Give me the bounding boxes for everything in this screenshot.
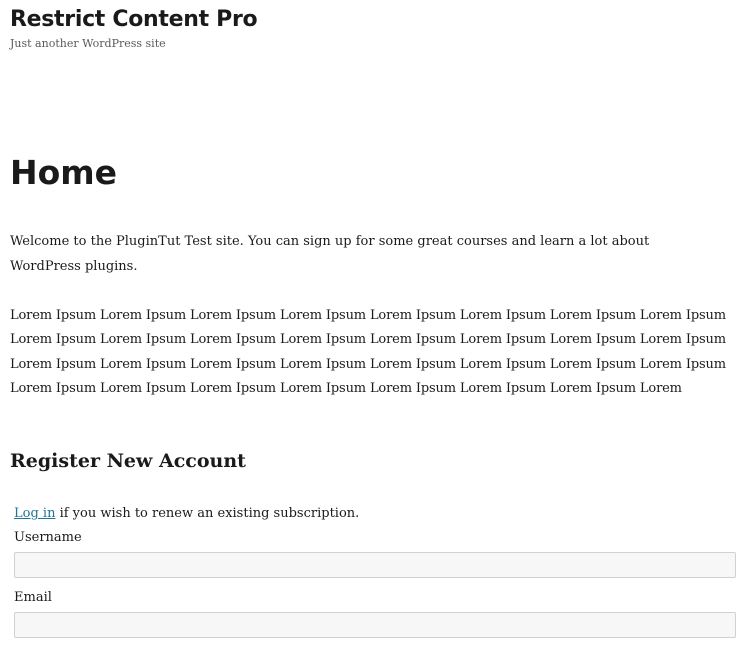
welcome-paragraph: Welcome to the PluginTut Test site. You …: [10, 234, 650, 274]
login-prompt-text: if you wish to renew an existing subscri…: [55, 506, 360, 521]
login-link[interactable]: Log in: [14, 506, 55, 521]
login-prompt: Log in if you wish to renew an existing …: [14, 502, 736, 526]
email-label: Email: [14, 590, 52, 605]
page-content: Welcome to the PluginTut Test site. You …: [10, 230, 746, 402]
register-heading: Register New Account: [10, 450, 246, 472]
registration-form: Log in if you wish to renew an existing …: [14, 502, 736, 638]
site-tagline: Just another WordPress site: [10, 37, 166, 50]
username-label: Username: [14, 530, 82, 545]
page-title: Home: [10, 153, 118, 192]
email-input[interactable]: [14, 612, 736, 638]
site-title[interactable]: Restrict Content Pro: [10, 4, 258, 36]
site-header: Restrict Content Pro Just another WordPr…: [10, 4, 258, 52]
lorem-paragraph: Lorem Ipsum Lorem Ipsum Lorem Ipsum Lore…: [10, 307, 726, 397]
username-input[interactable]: [14, 552, 736, 578]
